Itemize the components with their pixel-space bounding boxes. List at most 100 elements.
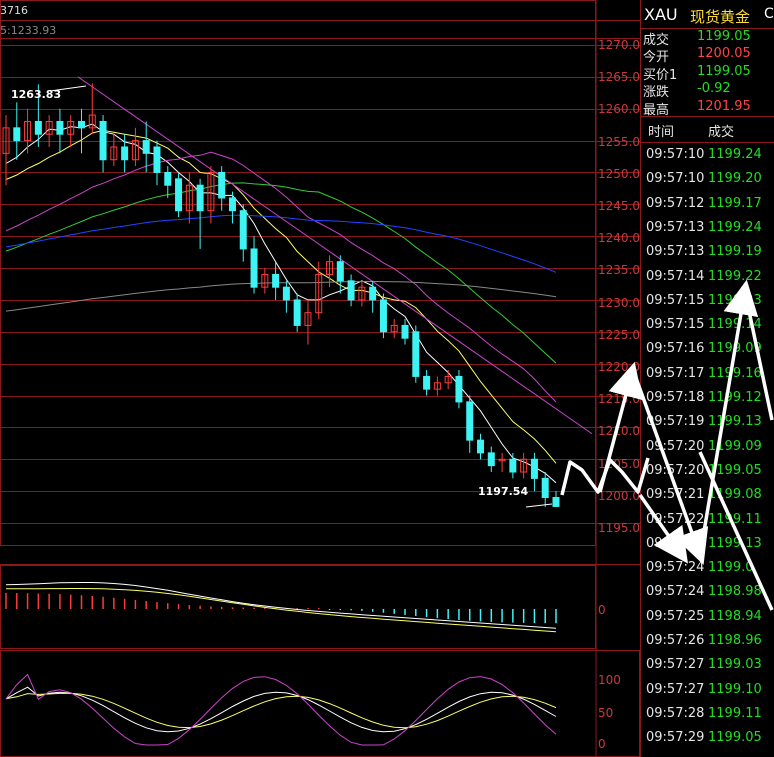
tick-price: 1199.16 (708, 365, 762, 381)
tick-row[interactable]: 09:57:29 1199.05 (646, 726, 774, 750)
tick-row[interactable]: 09:57:15 1199.23 (646, 289, 774, 313)
tick-price: 1199.13 (708, 535, 762, 551)
price-axis-label: 1220.0 (598, 360, 640, 374)
kdj-j-line (5, 673, 557, 746)
candle-body (347, 280, 355, 301)
quote-symbol: XAU (644, 5, 678, 24)
tick-time: 09:57:24 (646, 584, 705, 600)
tick-price: 1199.17 (708, 195, 762, 211)
candle-body (228, 197, 236, 212)
tick-row[interactable]: 09:57:26 1198.96 (646, 629, 774, 653)
tick-row[interactable]: 09:57:24 1198.98 (646, 580, 774, 604)
ma10-line (5, 129, 557, 464)
candle-body (175, 178, 183, 212)
tick-row[interactable]: 09:57:16 1199.09 (646, 337, 774, 361)
ma120-line (5, 280, 557, 312)
tick-row[interactable]: 09:57:22 1199.11 (646, 508, 774, 532)
tick-price: 1199.03 (708, 657, 762, 673)
quote-row-label: 涨跌 (643, 85, 670, 101)
candle-body (153, 146, 161, 173)
quote-right-clip: C (764, 6, 774, 22)
quote-row-value: 1199.05 (697, 63, 751, 79)
candle-body (541, 477, 549, 499)
tick-row[interactable]: 09:57:27 1199.03 (646, 653, 774, 677)
tick-row[interactable]: 09:57:12 1199.17 (646, 192, 774, 216)
high-price-label: 1263.83 (11, 88, 62, 101)
tick-price: 1199.11 (708, 511, 762, 527)
low-leader-line (525, 503, 553, 508)
tick-row[interactable]: 09:57:10 1199.24 (646, 143, 774, 167)
tick-time: 09:57:22 (646, 511, 705, 527)
tick-time: 09:57:24 (646, 560, 705, 576)
panel-divider (640, 0, 641, 757)
quote-row: 买价1 1199.05 (643, 63, 774, 83)
tick-price: 1199.22 (708, 268, 762, 284)
tick-price: 1199.05 (708, 730, 762, 746)
tick-time: 09:57:10 (646, 171, 705, 187)
quote-row-label: 成交 (643, 33, 670, 48)
tick-row[interactable]: 09:57:18 1199.12 (646, 386, 774, 410)
macd-zero-label: 0 (598, 603, 606, 617)
candle-body (239, 210, 247, 250)
tick-time: 09:57:16 (646, 341, 705, 357)
kdj-100-label: 100 (598, 673, 621, 687)
tick-row[interactable]: 09:57:13 1199.19 (646, 240, 774, 264)
tick-row[interactable]: 09:57:20 1199.09 (646, 435, 774, 459)
price-axis-label: 1215.0 (598, 392, 640, 407)
candle-body (552, 497, 560, 507)
ticks-header-price: 成交 (708, 125, 735, 140)
tick-row[interactable]: 09:57:23 1199.13 (646, 532, 774, 556)
kdj-50-label: 50 (598, 706, 614, 720)
ma60-line (5, 214, 557, 273)
tick-price: 1199.08 (708, 487, 762, 503)
tick-row[interactable]: 09:57:19 1199.13 (646, 410, 774, 434)
kdj-panel-frame (0, 650, 640, 757)
price-axis-label: 1245.0 (598, 199, 640, 213)
tick-row[interactable]: 09:57:25 1198.94 (646, 605, 774, 629)
kdj-0-label: 0 (598, 737, 606, 751)
tick-time: 09:57:20 (646, 462, 705, 478)
tick-price: 1199.14 (708, 317, 762, 333)
candle-body (164, 171, 172, 186)
quote-row-value: -0.92 (697, 81, 731, 97)
tick-row[interactable]: 09:57:15 1199.14 (646, 313, 774, 337)
candle-body (34, 120, 42, 135)
tick-row[interactable]: 09:57:24 1199.0 (646, 556, 774, 580)
tick-time: 09:57:12 (646, 195, 705, 211)
candle-body (99, 120, 107, 161)
tick-price: 1199.24 (708, 147, 762, 162)
trend-line (77, 76, 593, 435)
tick-row[interactable]: 09:57:28 1199.11 (646, 702, 774, 726)
candle-body (336, 261, 344, 282)
tick-row[interactable]: 09:57:20 1199.05 (646, 459, 774, 483)
tick-price: 1199.09 (708, 341, 762, 357)
tick-row[interactable]: 09:57:13 1199.24 (646, 216, 774, 240)
ticks-header-time: 时间 (648, 125, 675, 140)
tick-row[interactable]: 09:57:17 1199.16 (646, 362, 774, 386)
candle-body (142, 140, 150, 154)
candle-body (250, 248, 258, 288)
tick-row[interactable]: 09:57:10 1199.20 (646, 167, 774, 191)
candle-body (423, 375, 431, 390)
candle-body (13, 127, 21, 142)
tick-row[interactable]: 09:57:27 1199.10 (646, 678, 774, 702)
price-axis-label: 1260.0 (598, 102, 640, 117)
main-panel-frame (0, 0, 596, 546)
candle-body (77, 120, 85, 129)
quote-row-value: 1199.05 (697, 29, 751, 44)
quote-row: 最高 1201.95 (643, 99, 774, 118)
tick-price: 1199.10 (708, 681, 762, 697)
tick-price: 1199.09 (708, 438, 762, 454)
candle-body (530, 458, 538, 479)
price-axis-label: 1225.0 (598, 327, 640, 342)
tick-price: 1198.96 (708, 633, 762, 648)
candle-body (466, 401, 474, 441)
price-axis-label: 1255.0 (598, 134, 640, 149)
tick-time: 09:57:21 (646, 487, 705, 503)
tick-row[interactable]: 09:57:14 1199.22 (646, 265, 774, 289)
tick-time: 09:57:17 (646, 365, 705, 381)
tick-time: 09:57:25 (646, 608, 705, 624)
tick-row[interactable]: 09:57:21 1199.08 (646, 483, 774, 507)
price-axis-label: 1235.0 (598, 263, 640, 278)
kline-chart-area[interactable] (0, 0, 640, 757)
